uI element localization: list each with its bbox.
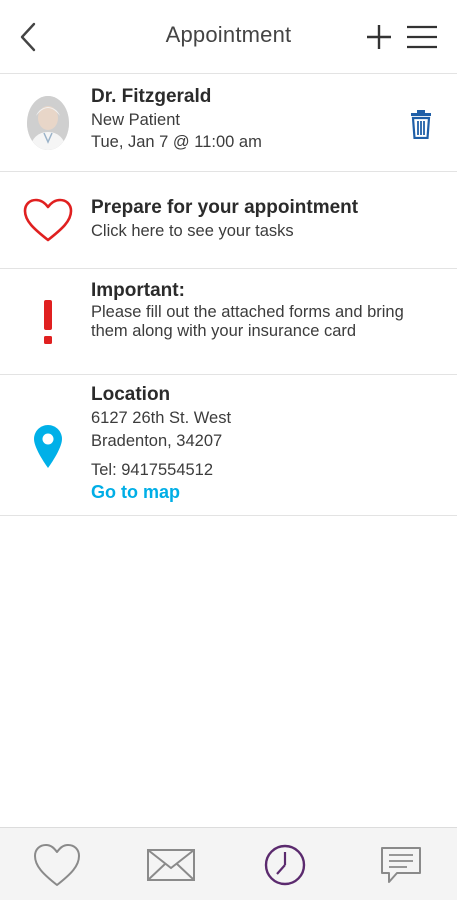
avatar bbox=[27, 96, 69, 150]
chat-icon bbox=[381, 846, 421, 883]
phone-number: Tel: 9417554512 bbox=[91, 461, 214, 479]
tab-messages[interactable] bbox=[126, 828, 216, 900]
appointment-details: Dr. Fitzgerald New Patient Tue, Jan 7 @ … bbox=[91, 85, 417, 153]
clock-icon bbox=[264, 844, 306, 885]
go-to-map-link[interactable]: Go to map bbox=[91, 481, 417, 503]
location-content: Location 6127 26th St. West Bradenton, 3… bbox=[91, 383, 417, 503]
trash-icon[interactable] bbox=[408, 109, 434, 139]
important-content: Important: Please fill out the attached … bbox=[91, 279, 405, 341]
prepare-subtitle: Click here to see your tasks bbox=[91, 222, 294, 240]
prepare-row[interactable]: Prepare for your appointment Click here … bbox=[0, 172, 457, 269]
bottom-tab-bar bbox=[0, 827, 457, 900]
heart-outline-icon bbox=[18, 196, 78, 244]
appointment-datetime: Tue, Jan 7 @ 11:00 am bbox=[91, 133, 262, 151]
plus-icon[interactable] bbox=[364, 22, 394, 52]
appointment-doctor-row: Dr. Fitzgerald New Patient Tue, Jan 7 @ … bbox=[0, 75, 457, 172]
tab-appointments[interactable] bbox=[240, 828, 330, 900]
address-line-2: Bradenton, 34207 bbox=[91, 432, 223, 450]
important-text: Please fill out the attached forms and b… bbox=[91, 303, 404, 340]
tab-chat[interactable] bbox=[356, 828, 446, 900]
important-title: Important: bbox=[91, 280, 185, 301]
prepare-title: Prepare for your appointment bbox=[91, 197, 359, 218]
location-title: Location bbox=[91, 384, 171, 405]
app-header: Appointment bbox=[0, 0, 457, 74]
envelope-icon bbox=[147, 848, 195, 881]
appointment-type: New Patient bbox=[91, 111, 180, 129]
prepare-content: Prepare for your appointment Click here … bbox=[91, 196, 417, 242]
hamburger-menu-icon[interactable] bbox=[405, 22, 439, 52]
tab-health[interactable] bbox=[12, 828, 102, 900]
avatar-container bbox=[18, 95, 78, 151]
doctor-name: Dr. Fitzgerald bbox=[91, 86, 212, 107]
exclamation-icon bbox=[18, 297, 78, 347]
important-row: Important: Please fill out the attached … bbox=[0, 269, 457, 375]
map-pin-icon bbox=[18, 421, 78, 471]
location-row: Location 6127 26th St. West Bradenton, 3… bbox=[0, 375, 457, 516]
address-line-1: 6127 26th St. West bbox=[91, 409, 232, 427]
heart-icon bbox=[34, 843, 80, 886]
